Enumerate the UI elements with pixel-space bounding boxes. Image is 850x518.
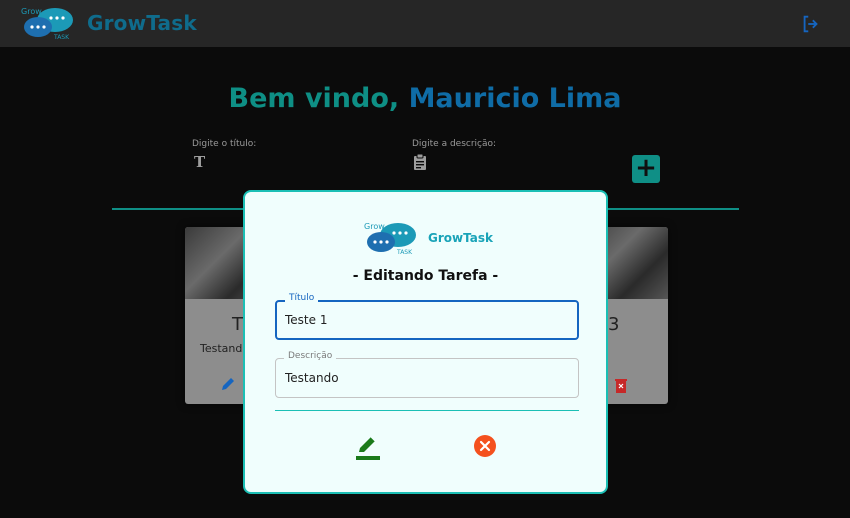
- task-card-description: Testando: [200, 342, 250, 355]
- new-task-desc-input[interactable]: [405, 148, 595, 182]
- growtask-logo-icon: Grow TASK: [21, 7, 73, 41]
- cancel-close-icon[interactable]: [474, 435, 496, 457]
- modal-brand: GrowTask: [428, 231, 493, 245]
- edit-title-field[interactable]: Título: [275, 293, 579, 340]
- save-edit-pencil-icon[interactable]: [356, 435, 380, 461]
- welcome-greeting: Bem vindo,: [228, 83, 409, 114]
- edit-desc-input[interactable]: [285, 359, 565, 397]
- svg-text:Grow: Grow: [364, 222, 385, 231]
- pencil-icon[interactable]: [220, 376, 236, 392]
- app-header: Grow TASK GrowTask: [0, 0, 850, 47]
- plus-icon: +: [635, 153, 657, 183]
- app-brand: GrowTask: [87, 11, 197, 35]
- welcome-title: Bem vindo, Mauricio Lima: [0, 83, 850, 114]
- clipboard-icon: [414, 154, 426, 170]
- logout-icon[interactable]: [800, 13, 822, 35]
- svg-text:TASK: TASK: [396, 249, 413, 256]
- add-task-button[interactable]: +: [632, 155, 660, 183]
- growtask-logo-icon: Grow TASK: [364, 222, 416, 256]
- title-t-icon: T: [194, 153, 206, 171]
- new-task-title-input[interactable]: [185, 148, 375, 182]
- task-card-title: 3: [608, 314, 620, 335]
- edit-task-modal: Grow TASK GrowTask - Editando Tarefa - T…: [243, 190, 608, 494]
- task-card-title: T: [232, 314, 243, 335]
- welcome-user-name: Mauricio Lima: [408, 83, 622, 114]
- modal-heading: - Editando Tarefa -: [352, 268, 499, 284]
- edit-title-input[interactable]: [285, 302, 565, 338]
- edit-desc-field[interactable]: Descrição: [275, 351, 579, 398]
- svg-text:TASK: TASK: [53, 34, 70, 41]
- svg-text:Grow: Grow: [21, 7, 42, 16]
- modal-divider: [275, 410, 579, 411]
- trash-icon[interactable]: [614, 377, 628, 393]
